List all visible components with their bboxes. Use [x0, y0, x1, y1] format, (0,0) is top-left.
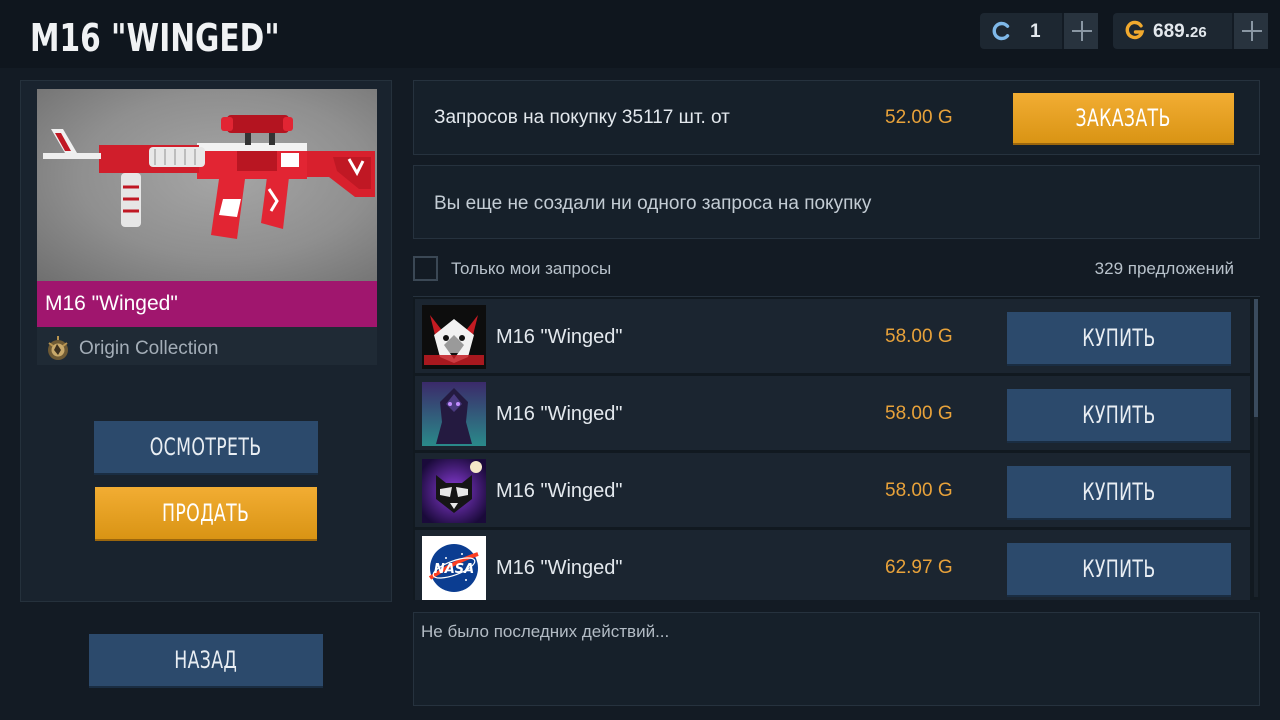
offer-row: M16 "Winged" 58.00 G КУПИТЬ: [415, 453, 1250, 527]
raccoon-avatar-icon: [422, 459, 486, 523]
sell-button[interactable]: ПРОДАТЬ: [95, 487, 317, 539]
offer-price: 62.97 G: [885, 557, 953, 578]
only-my-requests-checkbox[interactable]: [413, 256, 438, 281]
buy-button[interactable]: КУПИТЬ: [1007, 312, 1231, 364]
offers-count: 329 предложений: [1094, 259, 1234, 278]
item-card: M16 "Winged" Origin Collection: [37, 89, 377, 365]
place-order-button[interactable]: ЗАКАЗАТЬ: [1013, 93, 1234, 143]
buy-button-label: КУПИТЬ: [1082, 324, 1156, 352]
svg-text:NASA: NASA: [434, 562, 474, 577]
buy-button-label: КУПИТЬ: [1082, 478, 1156, 506]
gold-balance: 689.26: [1113, 13, 1268, 49]
collection-name: Origin Collection: [79, 338, 219, 359]
buy-button[interactable]: КУПИТЬ: [1007, 543, 1231, 595]
offer-name: M16 "Winged": [496, 403, 623, 425]
offers-list[interactable]: M16 "Winged" 58.00 G КУПИТЬ M16 "Winged"…: [413, 296, 1260, 600]
gold-value-fraction: 26: [1189, 24, 1207, 41]
credits-balance: 1: [980, 13, 1098, 49]
wolf-avatar-icon: [422, 305, 486, 369]
gold-value-main: 689.: [1153, 21, 1190, 42]
buy-order-text: Запросов на покупку 35117 шт. от: [434, 107, 730, 128]
offer-name: M16 "Winged": [496, 480, 623, 502]
buy-button[interactable]: КУПИТЬ: [1007, 466, 1231, 518]
buy-button-label: КУПИТЬ: [1082, 401, 1156, 429]
item-name: M16 "Winged": [45, 292, 178, 315]
offer-price: 58.00 G: [885, 326, 953, 347]
gold-value: 689.26: [1153, 21, 1207, 43]
only-my-requests-label: Только мои запросы: [451, 259, 612, 278]
add-credits-button[interactable]: [1062, 13, 1098, 49]
back-button-label: НАЗАД: [174, 646, 238, 674]
weapon-image: [37, 89, 377, 281]
buy-button[interactable]: КУПИТЬ: [1007, 389, 1231, 441]
offers-scrollbar-thumb[interactable]: [1254, 299, 1258, 417]
raven-avatar-icon: [422, 382, 486, 446]
offer-name: M16 "Winged": [496, 557, 623, 579]
credits-value: 1: [1030, 21, 1041, 42]
recent-activity-text: Не было последних действий...: [421, 622, 670, 641]
page-title: M16 "WINGED": [30, 16, 280, 60]
place-order-button-label: ЗАКАЗАТЬ: [1075, 104, 1172, 132]
credits-icon: [992, 21, 1010, 41]
offer-row: M16 "Winged" 58.00 G КУПИТЬ: [415, 299, 1250, 373]
offer-price: 58.00 G: [885, 480, 953, 501]
nasa-avatar-icon: NASA: [422, 536, 486, 600]
offer-row: NASA M16 "Winged" 62.97 G КУПИТЬ: [415, 530, 1250, 600]
collection-emblem-icon: [48, 336, 68, 360]
add-gold-button[interactable]: [1232, 13, 1268, 49]
offer-row: M16 "Winged" 58.00 G КУПИТЬ: [415, 376, 1250, 450]
inspect-button[interactable]: ОСМОТРЕТЬ: [94, 421, 318, 473]
item-rarity-bar: M16 "Winged": [37, 281, 377, 327]
back-button[interactable]: НАЗАД: [89, 634, 323, 686]
buy-order-box: Запросов на покупку 35117 шт. от 52.00 G…: [413, 80, 1260, 155]
inspect-button-label: ОСМОТРЕТЬ: [150, 433, 262, 461]
item-panel: M16 "Winged" Origin Collection ОСМОТРЕТЬ…: [20, 80, 392, 602]
m16-rifle-icon: [43, 115, 375, 239]
offer-price: 58.00 G: [885, 403, 953, 424]
no-requests-message: Вы еще не создали ни одного запроса на п…: [434, 193, 872, 214]
gold-icon: [1125, 20, 1145, 40]
buy-order-price: 52.00 G: [885, 107, 953, 128]
offer-name: M16 "Winged": [496, 326, 623, 348]
recent-activity-box: Не было последних действий...: [413, 612, 1260, 706]
sell-button-label: ПРОДАТЬ: [162, 499, 250, 527]
buy-button-label: КУПИТЬ: [1082, 555, 1156, 583]
my-requests-box: Вы еще не создали ни одного запроса на п…: [413, 165, 1260, 239]
top-bar: M16 "WINGED" 1 689.26: [0, 0, 1280, 68]
